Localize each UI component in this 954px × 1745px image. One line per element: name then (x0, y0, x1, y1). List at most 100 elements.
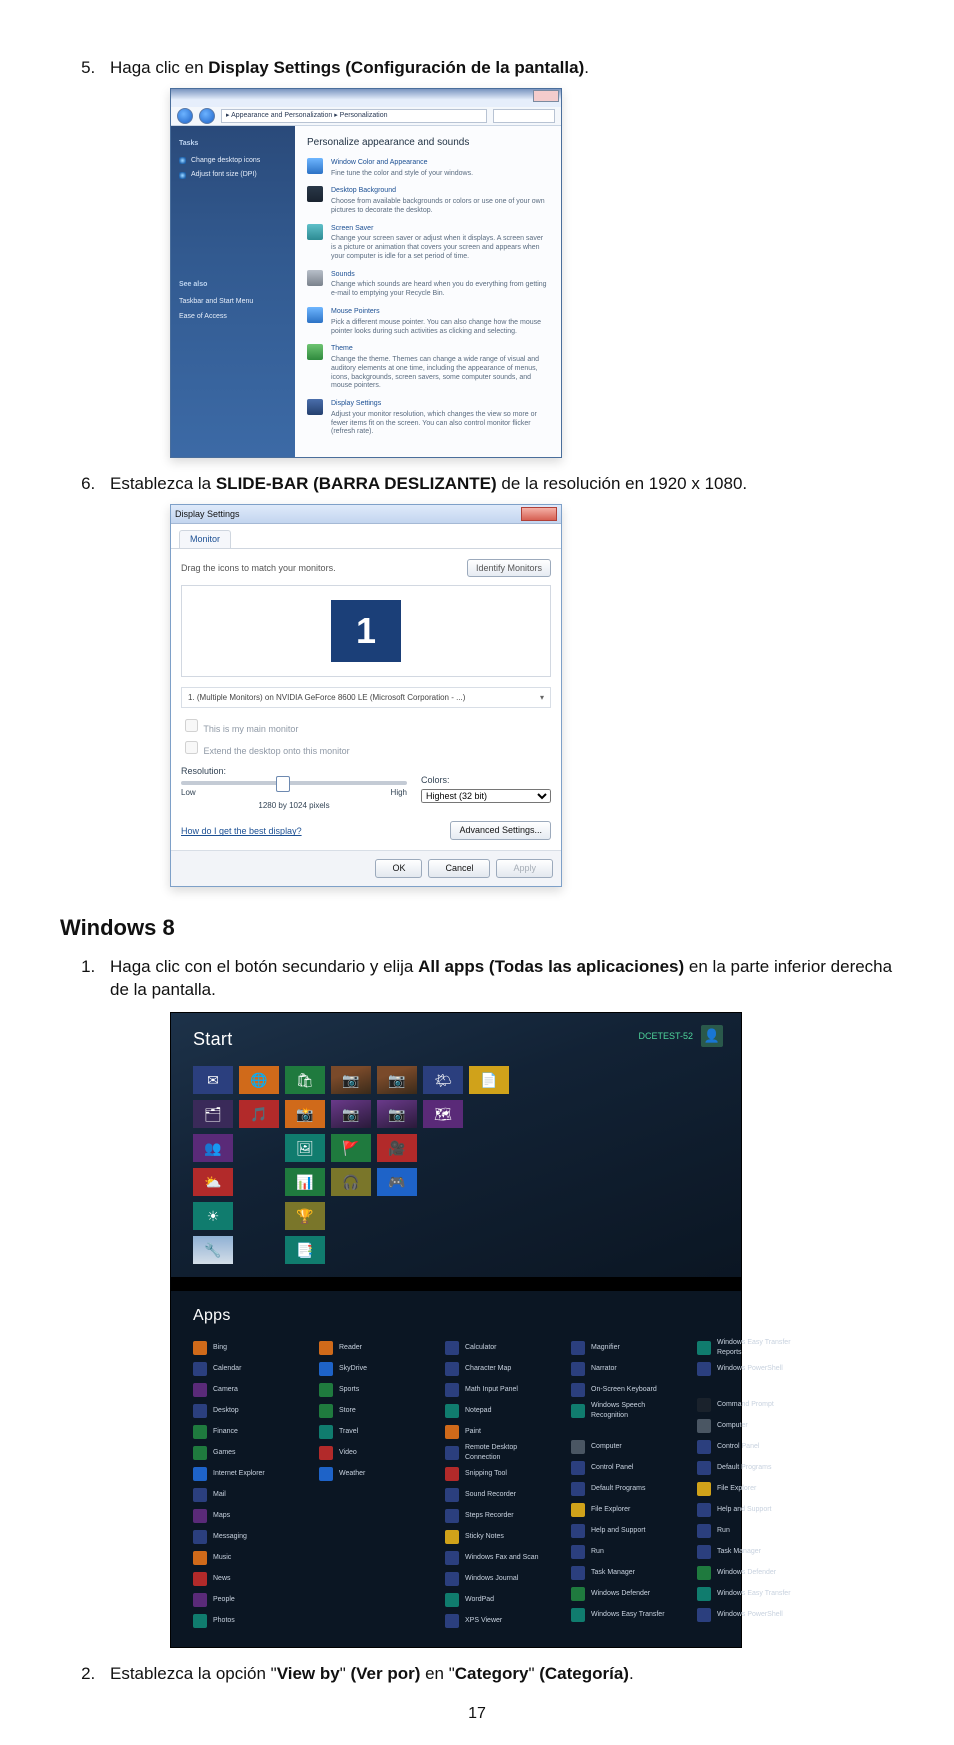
panel-item[interactable]: Display SettingsAdjust your monitor reso… (307, 399, 549, 437)
resolution-slider[interactable]: Resolution: LowHigh 1280 by 1024 pixels (181, 765, 407, 811)
app-tile[interactable]: Task Manager (571, 1565, 679, 1581)
app-tile[interactable]: Windows Fax and Scan (445, 1550, 553, 1566)
start-tile[interactable]: 🛍 (285, 1066, 325, 1094)
app-tile[interactable]: Help and Support (697, 1502, 805, 1518)
app-tile[interactable]: Windows Easy Transfer Reports (697, 1340, 805, 1356)
app-tile[interactable]: File Explorer (571, 1502, 679, 1518)
app-tile[interactable]: Weather (319, 1466, 427, 1482)
app-tile[interactable]: Camera (193, 1382, 301, 1398)
app-tile[interactable]: Calculator (445, 1340, 553, 1356)
app-tile[interactable]: People (193, 1592, 301, 1608)
monitor-select[interactable]: 1. (Multiple Monitors) on NVIDIA GeForce… (181, 687, 551, 708)
app-tile[interactable]: Magnifier (571, 1340, 679, 1356)
app-tile[interactable]: Travel (319, 1424, 427, 1440)
app-tile[interactable]: Default Programs (697, 1460, 805, 1476)
app-tile[interactable]: Windows PowerShell (697, 1607, 805, 1623)
start-tile[interactable]: 📊 (285, 1168, 325, 1196)
start-tile[interactable]: 📷 (331, 1066, 371, 1094)
start-tile[interactable]: 📷 (377, 1100, 417, 1128)
slider-thumb[interactable] (276, 776, 290, 792)
app-tile[interactable]: News (193, 1571, 301, 1587)
start-tile[interactable]: 📑 (285, 1236, 325, 1264)
nav-forward-icon[interactable] (199, 108, 215, 124)
app-tile[interactable]: Windows Defender (571, 1586, 679, 1602)
tab-monitor[interactable]: Monitor (179, 530, 231, 548)
app-tile[interactable]: Computer (571, 1439, 679, 1455)
monitor-preview[interactable]: 1 (181, 585, 551, 677)
start-tile[interactable]: 🎧 (331, 1168, 371, 1196)
app-tile[interactable]: Task Manager (697, 1544, 805, 1560)
identify-monitors-button[interactable]: Identify Monitors (467, 559, 551, 578)
app-tile[interactable]: Bing (193, 1340, 301, 1356)
app-tile[interactable]: Default Programs (571, 1481, 679, 1497)
app-tile[interactable]: Sticky Notes (445, 1529, 553, 1545)
app-tile[interactable]: Windows Journal (445, 1571, 553, 1587)
start-tile[interactable]: ☀ (193, 1202, 233, 1230)
app-tile[interactable]: Paint (445, 1424, 553, 1440)
app-tile[interactable]: Games (193, 1445, 301, 1461)
app-tile[interactable]: Narrator (571, 1361, 679, 1377)
cancel-button[interactable]: Cancel (428, 859, 490, 878)
app-tile[interactable]: Internet Explorer (193, 1466, 301, 1482)
start-tile[interactable]: 🌐 (239, 1066, 279, 1094)
app-tile[interactable]: Maps (193, 1508, 301, 1524)
app-tile[interactable]: Math Input Panel (445, 1382, 553, 1398)
start-tile[interactable]: 🔧 (193, 1236, 233, 1264)
app-tile[interactable]: WordPad (445, 1592, 553, 1608)
start-tile[interactable]: 🖼 (285, 1134, 325, 1162)
search-input[interactable] (493, 109, 555, 123)
colors-select[interactable]: Highest (32 bit) (421, 789, 551, 803)
start-tile[interactable]: 🌤 (423, 1066, 463, 1094)
app-tile[interactable]: Music (193, 1550, 301, 1566)
nav-back-icon[interactable] (177, 108, 193, 124)
sidebar-item[interactable]: Adjust font size (DPI) (179, 170, 287, 180)
app-tile[interactable]: Character Map (445, 1361, 553, 1377)
app-tile[interactable]: Video (319, 1445, 427, 1461)
app-tile[interactable]: Store (319, 1403, 427, 1419)
start-tile[interactable]: 📷 (377, 1066, 417, 1094)
breadcrumb[interactable]: ▸ Appearance and Personalization ▸ Perso… (221, 109, 487, 123)
app-tile[interactable]: On-Screen Keyboard (571, 1382, 679, 1398)
apply-button[interactable]: Apply (496, 859, 553, 878)
app-tile[interactable]: File Explorer (697, 1481, 805, 1497)
app-tile[interactable]: Remote Desktop Connection (445, 1445, 553, 1461)
ok-button[interactable]: OK (375, 859, 422, 878)
checkbox-extend-desktop[interactable]: Extend the desktop onto this monitor (181, 738, 551, 758)
sidebar-item[interactable]: Taskbar and Start Menu (179, 297, 287, 307)
monitor-1-tile[interactable]: 1 (331, 600, 401, 662)
start-tile[interactable]: 🗂 (193, 1100, 233, 1128)
app-tile[interactable]: Mail (193, 1487, 301, 1503)
app-tile[interactable]: Snipping Tool (445, 1466, 553, 1482)
start-tile[interactable]: 📄 (469, 1066, 509, 1094)
close-icon[interactable] (521, 507, 557, 521)
start-tile[interactable]: ⛅ (193, 1168, 233, 1196)
app-tile[interactable]: Run (697, 1523, 805, 1539)
start-tile[interactable]: 🎥 (377, 1134, 417, 1162)
panel-item[interactable]: Mouse PointersPick a different mouse poi… (307, 307, 549, 336)
panel-item[interactable]: ThemeChange the theme. Themes can change… (307, 344, 549, 391)
app-tile[interactable]: Notepad (445, 1403, 553, 1419)
panel-item[interactable]: SoundsChange which sounds are heard when… (307, 270, 549, 299)
sidebar-item[interactable]: Ease of Access (179, 312, 287, 322)
app-tile[interactable]: Run (571, 1544, 679, 1560)
panel-item[interactable]: Window Color and AppearanceFine tune the… (307, 158, 549, 179)
start-tile[interactable]: 👥 (193, 1134, 233, 1162)
app-tile[interactable]: Windows PowerShell (697, 1361, 805, 1377)
close-icon[interactable] (533, 90, 559, 102)
app-tile[interactable]: XPS Viewer (445, 1613, 553, 1629)
app-tile[interactable]: Messaging (193, 1529, 301, 1545)
app-tile[interactable]: Finance (193, 1424, 301, 1440)
app-tile[interactable]: Control Panel (697, 1439, 805, 1455)
app-tile[interactable]: Control Panel (571, 1460, 679, 1476)
advanced-settings-button[interactable]: Advanced Settings... (450, 821, 551, 840)
start-tile[interactable]: 🎵 (239, 1100, 279, 1128)
app-tile[interactable]: Command Prompt (697, 1397, 805, 1413)
panel-item[interactable]: Screen SaverChange your screen saver or … (307, 224, 549, 262)
start-tile[interactable]: ✉ (193, 1066, 233, 1094)
app-tile[interactable]: Help and Support (571, 1523, 679, 1539)
app-tile[interactable]: SkyDrive (319, 1361, 427, 1377)
app-tile[interactable]: Windows Defender (697, 1565, 805, 1581)
app-tile[interactable]: Windows Easy Transfer (571, 1607, 679, 1623)
app-tile[interactable]: Calendar (193, 1361, 301, 1377)
start-tile[interactable]: 🗺 (423, 1100, 463, 1128)
